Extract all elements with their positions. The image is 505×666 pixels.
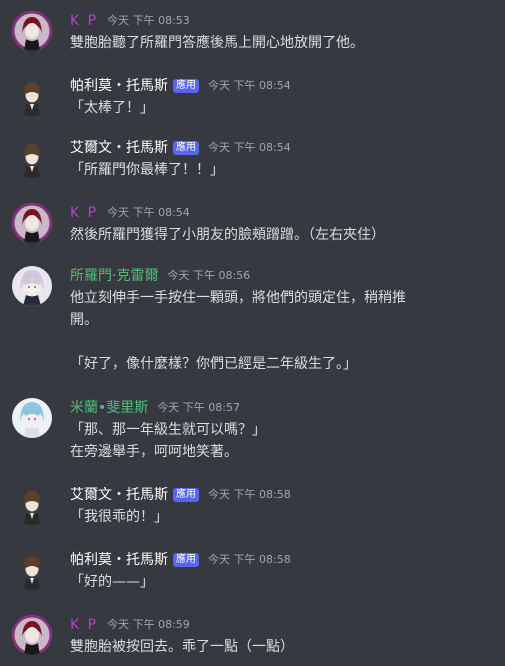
timestamp: 今天 下午 08:54 bbox=[107, 206, 190, 219]
message-header: 艾爾文・托馬斯 應用 今天 下午 08:54 bbox=[70, 138, 291, 158]
message-content: 「所羅門你最棒了！！」 bbox=[70, 159, 495, 181]
author-name[interactable]: K P bbox=[70, 203, 98, 223]
author-name[interactable]: 米蘭•斐里斯 bbox=[70, 398, 148, 418]
timestamp: 今天 下午 08:58 bbox=[208, 488, 291, 501]
timestamp: 今天 下午 08:57 bbox=[157, 401, 240, 414]
message-header: 艾爾文・托馬斯 應用 今天 下午 08:58 bbox=[70, 485, 291, 505]
timestamp: 今天 下午 08:54 bbox=[208, 79, 291, 92]
blue-hair-avatar[interactable] bbox=[12, 398, 52, 438]
message-content: 他立刻伸手一手按住一顆頭，將他們的頭定住，稍稍推 開。 「好了，像什麼樣？你們已… bbox=[70, 287, 495, 375]
app-badge: 應用 bbox=[173, 488, 199, 502]
message-content: 「我很乖的！」 bbox=[70, 506, 495, 528]
brown-hair-avatar[interactable] bbox=[12, 550, 52, 590]
message-header: 帕利莫・托馬斯 應用 今天 下午 08:54 bbox=[70, 76, 291, 96]
message-text: 「我很乖的！」 bbox=[70, 509, 168, 525]
author-name[interactable]: 艾爾文・托馬斯 bbox=[70, 485, 168, 505]
author-name[interactable]: 艾爾文・托馬斯 bbox=[70, 138, 168, 158]
timestamp: 今天 下午 08:53 bbox=[107, 14, 190, 27]
message-header: 米蘭•斐里斯 今天 下午 08:57 bbox=[70, 398, 240, 418]
message-header: K P 今天 下午 08:53 bbox=[70, 11, 190, 31]
message-text: 雙胞胎被按回去。乖了一點（一點） bbox=[70, 639, 294, 655]
message-header: 帕利莫・托馬斯 應用 今天 下午 08:58 bbox=[70, 550, 291, 570]
message-text: 「那、那一年級生就可以嗎？」 bbox=[70, 422, 266, 438]
message-text: 在旁邊舉手，呵呵地笑著。 bbox=[70, 444, 238, 460]
brown-hair-avatar[interactable] bbox=[12, 76, 52, 116]
app-badge: 應用 bbox=[173, 553, 199, 567]
timestamp: 今天 下午 08:58 bbox=[208, 553, 291, 566]
message-text: 「好的——」 bbox=[70, 574, 154, 590]
message-text: 雙胞胎聽了所羅門答應後馬上開心地放開了他。 bbox=[70, 35, 364, 51]
author-name[interactable]: 帕利莫・托馬斯 bbox=[70, 76, 168, 96]
message-header: K P 今天 下午 08:59 bbox=[70, 615, 190, 635]
author-name[interactable]: 帕利莫・托馬斯 bbox=[70, 550, 168, 570]
timestamp: 今天 下午 08:56 bbox=[167, 269, 251, 282]
message-content: 雙胞胎被按回去。乖了一點（一點） bbox=[70, 636, 495, 658]
author-name[interactable]: K P bbox=[70, 615, 98, 635]
message-content: 「那、那一年級生就可以嗎？」 在旁邊舉手，呵呵地笑著。 bbox=[70, 419, 495, 463]
message-text: 他立刻伸手一手按住一顆頭，將他們的頭定住，稍稍推 bbox=[70, 290, 406, 306]
timestamp: 今天 下午 08:54 bbox=[208, 141, 291, 154]
message-header: 所羅門·克雷爾 今天 下午 08:56 bbox=[70, 266, 250, 286]
timestamp: 今天 下午 08:59 bbox=[107, 618, 190, 631]
brown-hair-avatar[interactable] bbox=[12, 138, 52, 178]
brown-hair-avatar[interactable] bbox=[12, 485, 52, 525]
author-name[interactable]: 所羅門·克雷爾 bbox=[70, 266, 158, 286]
silver-hair-avatar[interactable] bbox=[12, 266, 52, 306]
message-content: 「太棒了！」 bbox=[70, 97, 495, 119]
kp-avatar[interactable] bbox=[12, 615, 52, 655]
message-content: 雙胞胎聽了所羅門答應後馬上開心地放開了他。 bbox=[70, 32, 495, 54]
message-header: K P 今天 下午 08:54 bbox=[70, 203, 190, 223]
message-content: 「好的——」 bbox=[70, 571, 495, 593]
app-badge: 應用 bbox=[173, 141, 199, 155]
kp-avatar[interactable] bbox=[12, 203, 52, 243]
message-text: 然後所羅門獲得了小朋友的臉頰蹭蹭。（左右夾住） bbox=[70, 227, 385, 243]
app-badge: 應用 bbox=[173, 79, 199, 93]
message-text: 「好了，像什麼樣？你們已經是二年級生了。」 bbox=[70, 356, 357, 372]
message-text: 「太棒了！」 bbox=[70, 100, 154, 116]
author-name[interactable]: K P bbox=[70, 11, 98, 31]
kp-avatar[interactable] bbox=[12, 11, 52, 51]
message-text: 開。 bbox=[70, 312, 98, 328]
message-text: 「所羅門你最棒了！！」 bbox=[70, 162, 224, 178]
message-content: 然後所羅門獲得了小朋友的臉頰蹭蹭。（左右夾住） bbox=[70, 224, 495, 246]
